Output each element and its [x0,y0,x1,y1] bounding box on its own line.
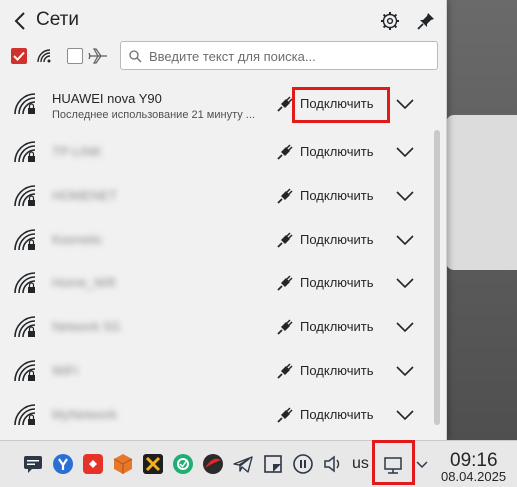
network-item[interactable]: HOMENET Подключить [0,174,430,218]
network-name: Network 5G [52,319,121,334]
wifi-enabled-checkbox[interactable] [11,48,27,64]
network-list: HUAWEI nova Y90 Последнее использование 2… [0,78,446,438]
wifi-secured-icon [14,316,36,338]
scrollbar[interactable] [434,130,440,425]
media-pause-icon[interactable] [292,453,314,475]
popup-header: Сети [0,0,446,42]
wifi-secured-icon [14,185,36,207]
highlight-network-tray-icon [372,440,415,485]
expand-chevron-icon[interactable] [396,234,414,246]
network-name: Keenetic [52,232,103,247]
expand-chevron-icon[interactable] [396,409,414,421]
connect-button[interactable]: Подключить [300,319,374,334]
checkmark-icon [13,51,25,61]
connect-button[interactable]: Подключить [300,275,374,290]
gear-icon[interactable] [380,11,400,31]
wifi-secured-icon [14,272,36,294]
plug-icon [277,232,293,248]
expand-chevron-icon[interactable] [396,321,414,333]
network-name: HUAWEI nova Y90 [52,91,162,106]
vpn-app-icon[interactable] [202,453,224,475]
wifi-secured-icon [14,141,36,163]
networks-popup: Сети Введите текст для поиска... HUAWEI … [0,0,447,440]
plug-icon [277,407,293,423]
wifi-secured-icon [14,404,36,426]
desktop-window-fragment [446,115,517,270]
chat-app-icon[interactable] [22,453,44,475]
airplane-mode-checkbox[interactable] [67,48,83,64]
airplane-icon [88,48,107,64]
search-field[interactable] [120,41,438,70]
keyboard-layout-indicator[interactable]: us [352,455,369,473]
wifi-icon [37,49,51,63]
chevron-down-icon[interactable] [416,461,428,469]
connect-button[interactable]: Подключить [300,144,374,159]
expand-chevron-icon[interactable] [396,146,414,158]
wifi-secured-icon [14,93,36,115]
pin-icon[interactable] [416,11,436,31]
network-name: MyNetwork [52,407,118,422]
plug-icon [277,96,293,112]
network-item[interactable]: WiFi Подключить [0,349,430,393]
expand-chevron-icon[interactable] [396,365,414,377]
wifi-secured-icon [14,360,36,382]
plug-icon [277,319,293,335]
taskbar: us 09:16 08.04.2025 [0,440,517,487]
network-item[interactable]: Home_Wifi Подключить [0,261,430,305]
connect-button[interactable]: Подключить [300,232,374,247]
network-name: HOMENET [52,188,117,203]
network-item[interactable]: TP-LINK Подключить [0,130,430,174]
anydesk-icon[interactable] [82,453,104,475]
search-input[interactable] [147,45,436,68]
expand-chevron-icon[interactable] [396,277,414,289]
network-item[interactable]: Network 5G Подключить [0,305,430,349]
network-name: WiFi [52,363,78,378]
box-app-icon[interactable] [112,453,134,475]
network-item[interactable]: Keenetic Подключить [0,218,430,262]
plug-icon [277,275,293,291]
plug-icon [277,363,293,379]
page-title: Сети [36,9,79,30]
connect-button[interactable]: Подключить [300,363,374,378]
network-item[interactable]: MyNetwork Подключить [0,393,430,437]
expand-chevron-icon[interactable] [396,98,414,110]
wifi-secured-icon [14,229,36,251]
sync-app-icon[interactable] [172,453,194,475]
plug-icon [277,188,293,204]
network-name: Home_Wifi [52,275,116,290]
volume-icon[interactable] [322,453,344,475]
plug-icon [277,144,293,160]
xmind-app-icon[interactable] [142,453,164,475]
network-last-used: Последнее использование 21 минуту ... [52,109,255,121]
sticky-notes-icon[interactable] [262,453,284,475]
telegram-icon[interactable] [232,453,254,475]
highlight-connect-button [292,87,390,123]
search-icon [129,50,142,63]
connect-button[interactable]: Подключить [300,407,374,422]
clock-date[interactable]: 08.04.2025 [441,469,506,484]
network-name: TP-LINK [52,144,102,159]
expand-chevron-icon[interactable] [396,190,414,202]
connect-button[interactable]: Подключить [300,188,374,203]
back-arrow-icon[interactable] [10,10,32,32]
yandex-browser-icon[interactable] [52,453,74,475]
